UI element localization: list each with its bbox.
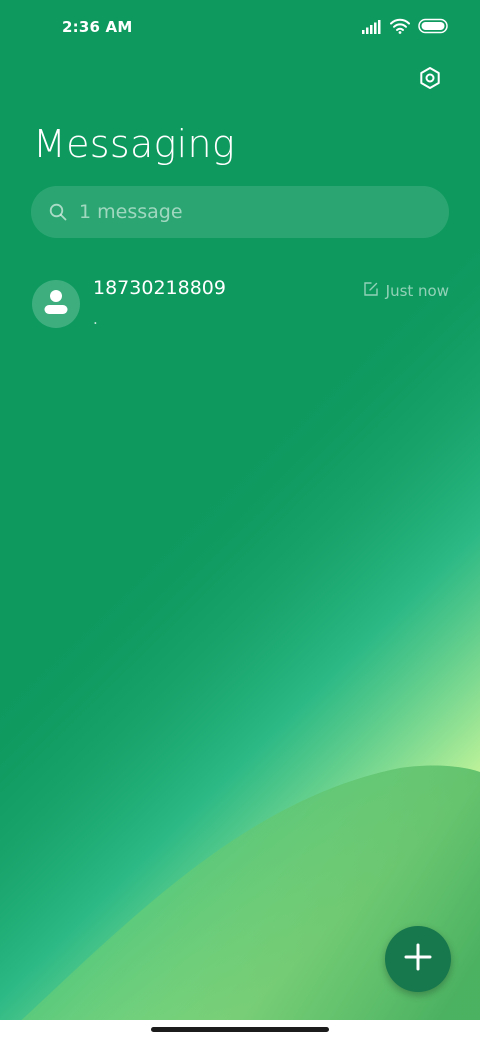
wifi-icon <box>390 18 410 38</box>
status-icons <box>362 18 450 38</box>
conversation-time: Just now <box>385 281 449 300</box>
settings-icon <box>418 66 442 94</box>
search-icon <box>49 203 67 221</box>
status-time: 2:36 AM <box>62 18 133 36</box>
new-message-button[interactable] <box>385 926 451 992</box>
conversation-snippet: . <box>93 310 98 328</box>
navigation-bar <box>0 1020 480 1040</box>
battery-icon <box>418 18 450 38</box>
avatar[interactable] <box>32 280 80 328</box>
conversation-meta: Just now <box>363 281 449 300</box>
search-placeholder: 1 message <box>79 201 183 223</box>
settings-button[interactable] <box>412 62 448 98</box>
page-title: Messaging <box>33 122 235 166</box>
search-input[interactable]: 1 message <box>31 186 449 238</box>
conversation-item[interactable]: 18730218809 . Just now <box>0 266 480 342</box>
status-bar: 2:36 AM <box>0 0 480 56</box>
home-indicator[interactable] <box>151 1027 329 1032</box>
conversation-name: 18730218809 <box>93 277 226 299</box>
draft-edit-icon <box>363 281 378 300</box>
messaging-screen: 2:36 AM Messaging 1 message 18730218809 … <box>0 0 480 1040</box>
person-icon <box>43 288 69 320</box>
plus-icon <box>404 943 432 975</box>
signal-icon <box>362 19 382 38</box>
